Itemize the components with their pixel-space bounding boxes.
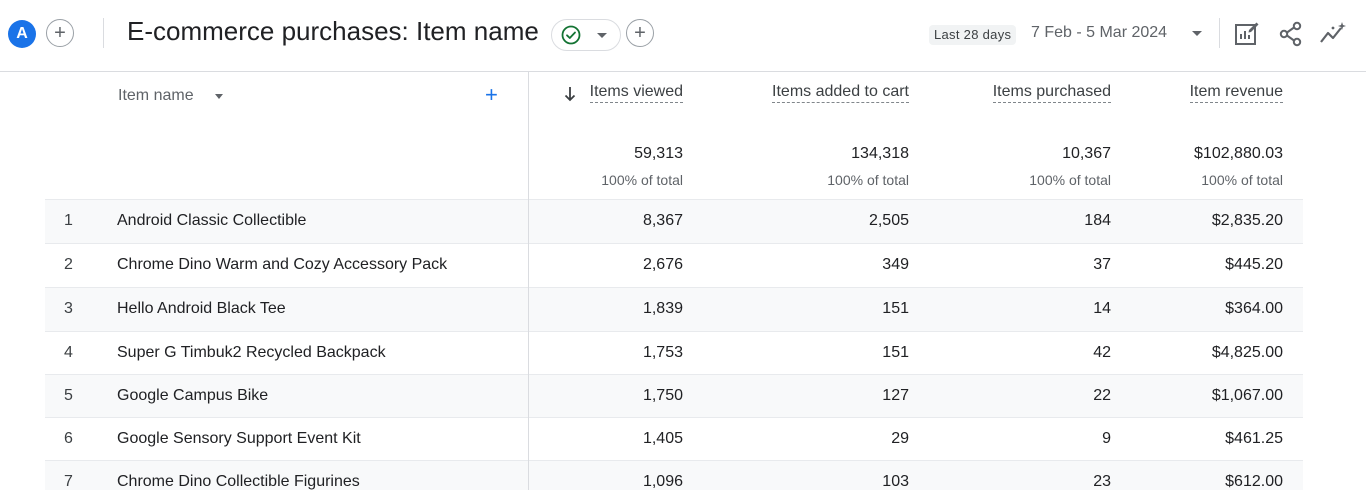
items-viewed-value: 8,367 [642,212,683,229]
share-icon[interactable] [1277,20,1305,48]
item-name: Chrome Dino Warm and Cozy Accessory Pack [117,256,448,273]
items-added-to-cart-value: 151 [882,300,909,317]
row-index: 1 [64,212,73,229]
items-added-to-cart-value: 29 [891,430,909,447]
item-revenue-value: $612.00 [1225,473,1283,490]
customize-report-icon[interactable] [1233,20,1261,48]
divider [103,18,104,48]
items-added-to-cart-value: 349 [882,256,909,273]
chevron-down-icon[interactable] [1192,31,1202,36]
total-items-purchased: 10,367 [1062,145,1111,162]
sort-descending-icon[interactable] [564,86,576,102]
add-comparison-button[interactable]: + [46,19,74,47]
table-row[interactable]: 3 Hello Android Black Tee 1,839 151 14 $… [45,287,1303,331]
row-index: 6 [64,430,73,447]
add-dimension-button[interactable]: + [485,84,498,106]
row-index: 7 [64,473,73,490]
row-index: 2 [64,256,73,273]
table-row[interactable]: 7 Chrome Dino Collectible Figurines 1,09… [45,460,1303,490]
row-index: 5 [64,387,73,404]
item-revenue-value: $1,067.00 [1211,387,1283,404]
items-purchased-value: 23 [1093,473,1111,490]
report-header: A + E-commerce purchases: Item name + La… [0,0,1366,72]
row-index: 3 [64,300,73,317]
items-viewed-value: 2,676 [642,256,683,273]
items-viewed-value: 1,753 [642,344,683,361]
column-header-item-revenue[interactable]: Item revenue [1189,83,1283,103]
date-range-badge[interactable]: Last 28 days [929,25,1017,45]
item-name: Google Campus Bike [117,387,269,404]
item-name: Google Sensory Support Event Kit [117,430,361,447]
items-purchased-value: 42 [1093,344,1111,361]
items-viewed-value: 1,839 [642,300,683,317]
item-revenue-value: $2,835.20 [1211,212,1283,229]
total-pct-items-viewed: 100% of total [601,172,683,188]
items-added-to-cart-value: 2,505 [868,212,909,229]
check-circle-icon [561,25,581,45]
column-divider [528,72,529,490]
dimension-selector[interactable]: Item name [118,87,194,105]
item-name: Super G Timbuk2 Recycled Backpack [117,344,386,361]
report-status-dropdown[interactable] [551,19,621,51]
items-purchased-value: 22 [1093,387,1111,404]
total-pct-item-revenue: 100% of total [1201,172,1283,188]
items-viewed-value: 1,405 [642,430,683,447]
column-header-items-purchased[interactable]: Items purchased [992,83,1111,103]
total-item-revenue: $102,880.03 [1194,145,1283,162]
items-purchased-value: 14 [1093,300,1111,317]
total-items-viewed: 59,313 [634,145,683,162]
date-range-text[interactable]: 7 Feb - 5 Mar 2024 [1031,24,1167,42]
item-name: Chrome Dino Collectible Figurines [117,473,360,490]
table-row[interactable]: 5 Google Campus Bike 1,750 127 22 $1,067… [45,374,1303,418]
item-name: Hello Android Black Tee [117,300,286,317]
total-pct-items-added-to-cart: 100% of total [827,172,909,188]
table-row[interactable]: 2 Chrome Dino Warm and Cozy Accessory Pa… [45,243,1303,287]
chevron-down-icon [597,33,607,38]
table-row[interactable]: 6 Google Sensory Support Event Kit 1,405… [45,417,1303,461]
items-added-to-cart-value: 103 [882,473,909,490]
item-revenue-value: $445.20 [1225,256,1283,273]
items-viewed-value: 1,750 [642,387,683,404]
items-added-to-cart-value: 151 [882,344,909,361]
item-revenue-value: $364.00 [1225,300,1283,317]
table-row[interactable]: 1 Android Classic Collectible 8,367 2,50… [45,199,1303,243]
total-pct-items-purchased: 100% of total [1029,172,1111,188]
chevron-down-icon[interactable] [215,94,223,99]
item-revenue-value: $4,825.00 [1211,344,1283,361]
column-header-items-added-to-cart[interactable]: Items added to cart [772,83,909,103]
item-name: Android Classic Collectible [117,212,307,229]
total-items-added-to-cart: 134,318 [851,145,909,162]
page-title: E-commerce purchases: Item name [127,16,539,46]
items-added-to-cart-value: 127 [882,387,909,404]
add-filter-button[interactable]: + [626,19,654,47]
row-index: 4 [64,344,73,361]
column-header-items-viewed[interactable]: Items viewed [589,83,683,103]
account-avatar[interactable]: A [8,20,36,48]
items-purchased-value: 9 [1102,430,1111,447]
item-revenue-value: $461.25 [1225,430,1283,447]
items-purchased-value: 37 [1093,256,1111,273]
items-purchased-value: 184 [1084,212,1111,229]
items-viewed-value: 1,096 [642,473,683,490]
divider [1219,18,1220,48]
insights-icon[interactable] [1319,20,1347,48]
table-row[interactable]: 4 Super G Timbuk2 Recycled Backpack 1,75… [45,331,1303,375]
